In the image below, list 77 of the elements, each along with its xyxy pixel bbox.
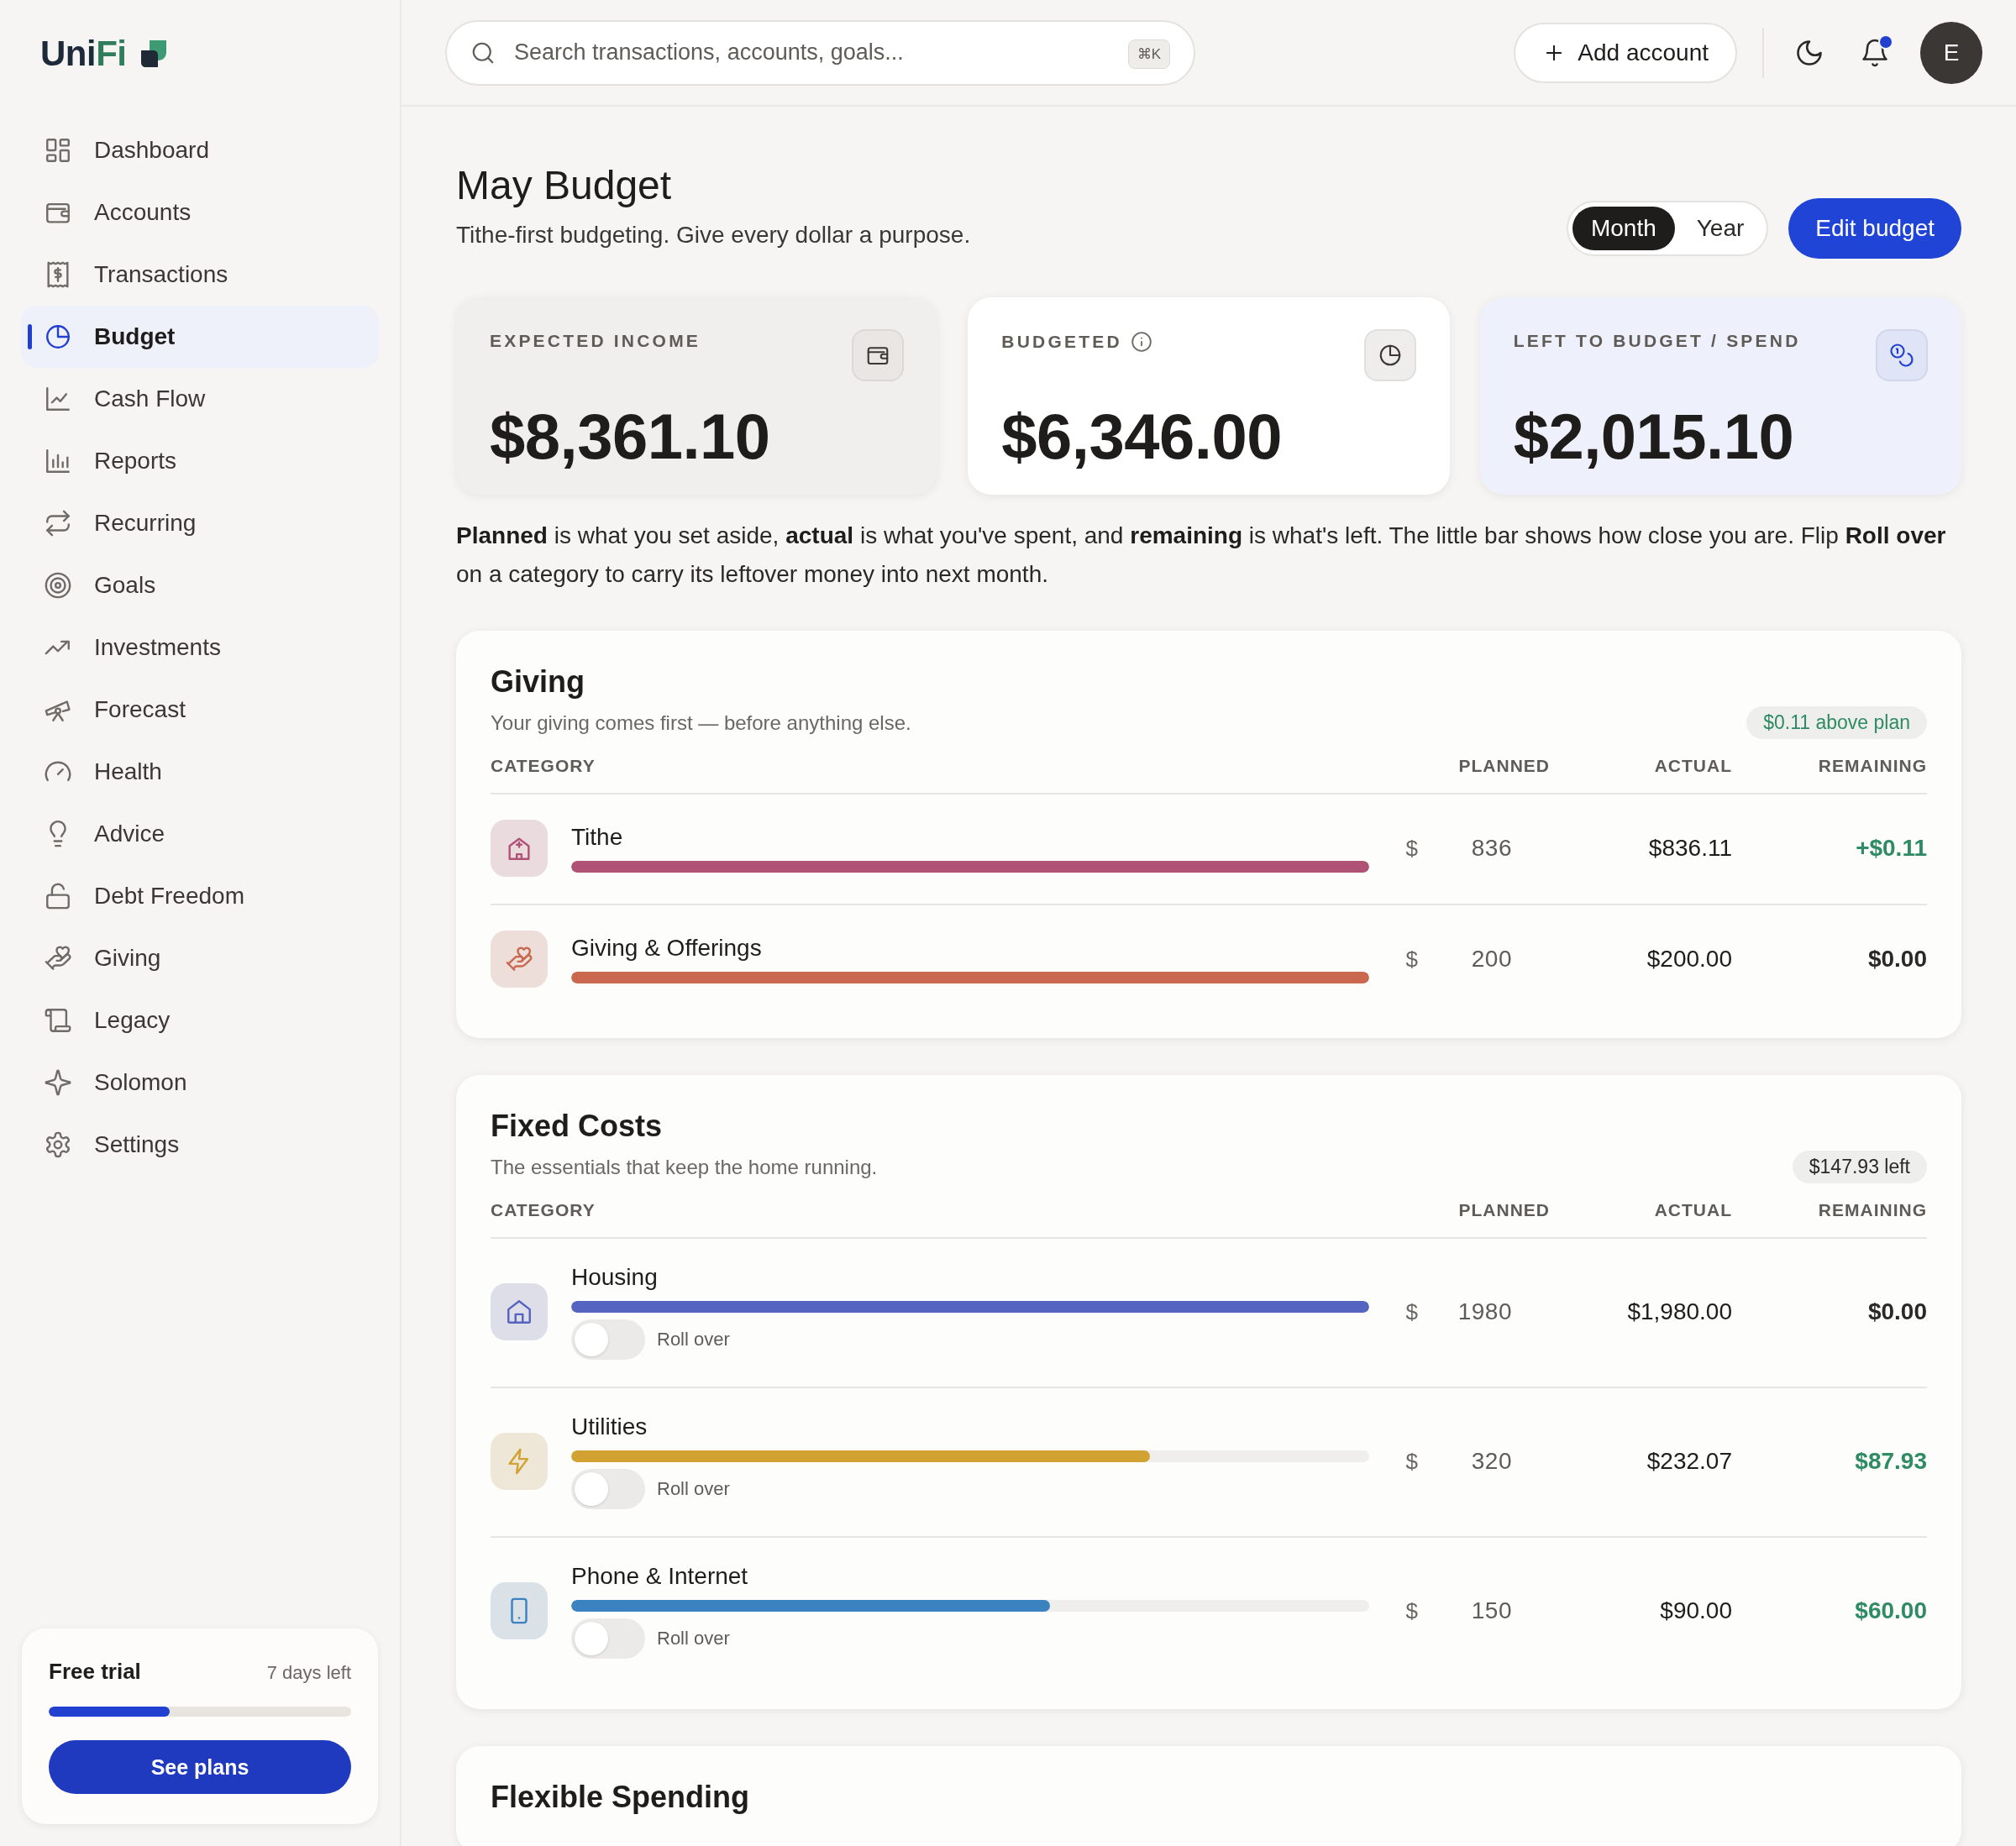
- section-status-badge: $0.11 above plan: [1746, 706, 1927, 739]
- period-option[interactable]: Month: [1572, 207, 1675, 250]
- trial-title: Free trial: [49, 1659, 141, 1685]
- nav-item[interactable]: Solomon: [21, 1051, 379, 1114]
- days-left: 7 days left: [266, 1662, 351, 1684]
- remaining-amount: +$0.11: [1855, 835, 1927, 862]
- nav-item[interactable]: Cash Flow: [21, 368, 379, 430]
- column-header: PLANNED: [1457, 1200, 1550, 1220]
- actual-amount: $1,980.00: [1626, 1298, 1732, 1325]
- summary-label: BUDGETED: [1001, 332, 1122, 352]
- column-header: CATEGORY: [491, 1200, 596, 1220]
- remaining-amount: $0.00: [1866, 1298, 1927, 1325]
- nav-item[interactable]: Settings: [21, 1114, 379, 1176]
- nav-item[interactable]: Goals: [21, 554, 379, 616]
- page-subtitle: Tithe-first budgeting. Give every dollar a purpose.: [456, 222, 971, 249]
- nav-item[interactable]: Accounts: [21, 181, 379, 244]
- remaining-amount: $60.00: [1854, 1597, 1927, 1624]
- column-header: REMAINING: [1817, 756, 1927, 776]
- section-title: Fixed Costs: [491, 1109, 664, 1144]
- currency-symbol: $: [1404, 1597, 1419, 1624]
- actual-amount: $836.11: [1647, 835, 1732, 862]
- planned-amount[interactable]: 1980: [1428, 1298, 1512, 1325]
- summary-value: $2,015.10: [1513, 400, 1795, 473]
- actual-amount: $90.00: [1659, 1597, 1732, 1624]
- section-subtitle: Your giving comes first — before anything else.: [491, 711, 911, 735]
- planned-amount[interactable]: 200: [1428, 946, 1512, 973]
- column-header: PLANNED: [1457, 756, 1550, 776]
- category-name: Housing: [571, 1264, 659, 1291]
- section-status-badge: $147.93 left: [1792, 1151, 1927, 1183]
- remaining-amount: $87.93: [1854, 1448, 1927, 1475]
- explainer-text: Planned is what you set aside, actual is what you've spent, and remaining is what's left. The little bar shows how close you are. Flip Roll over on a category to carry its leftover money into next month.: [456, 522, 1947, 589]
- category-name: Utilities: [571, 1413, 648, 1440]
- page-title: May Budget: [456, 162, 673, 208]
- nav-item[interactable]: Advice: [21, 803, 379, 865]
- nav-item[interactable]: Budget: [21, 306, 379, 368]
- planned-amount[interactable]: 320: [1428, 1448, 1512, 1475]
- category-name: Tithe: [571, 824, 624, 851]
- remaining-amount: $0.00: [1866, 946, 1927, 973]
- nav-item[interactable]: Giving: [21, 927, 379, 989]
- currency-symbol: $: [1404, 946, 1419, 973]
- nav-item[interactable]: Investments: [21, 616, 379, 679]
- avatar[interactable]: E: [1920, 21, 1982, 84]
- category-name: Phone & Internet: [571, 1563, 749, 1590]
- nav-item[interactable]: Health: [21, 741, 379, 803]
- currency-symbol: $: [1404, 1448, 1419, 1475]
- edit-budget-button[interactable]: Edit budget: [1788, 198, 1961, 259]
- nav-item[interactable]: Legacy: [21, 989, 379, 1051]
- summary-label: EXPECTED INCOME: [490, 331, 701, 351]
- nav-item[interactable]: Recurring: [21, 492, 379, 554]
- category-name: Giving & Offerings: [571, 935, 763, 962]
- currency-symbol: $: [1404, 835, 1419, 862]
- rollover-label: Roll over: [657, 1329, 730, 1350]
- column-header: ACTUAL: [1653, 1200, 1732, 1220]
- section-subtitle: The essentials that keep the home running.: [491, 1155, 878, 1179]
- nav-item[interactable]: Debt Freedom: [21, 865, 379, 927]
- actual-amount: $200.00: [1646, 946, 1732, 973]
- column-header: REMAINING: [1817, 1200, 1927, 1220]
- planned-amount[interactable]: 836: [1428, 835, 1512, 862]
- actual-amount: $232.07: [1646, 1448, 1732, 1475]
- rollover-label: Roll over: [657, 1478, 730, 1500]
- summary-label: LEFT TO BUDGET / SPEND: [1513, 331, 1801, 351]
- section-title: Giving: [491, 664, 585, 700]
- column-header: ACTUAL: [1653, 756, 1732, 776]
- summary-value: $6,346.00: [1001, 400, 1283, 473]
- nav-item[interactable]: Forecast: [21, 679, 379, 741]
- section-title: Flexible Spending: [491, 1780, 751, 1815]
- see-plans-button[interactable]: See plans: [49, 1740, 351, 1794]
- summary-value: $8,361.10: [490, 400, 771, 473]
- column-header: CATEGORY: [491, 756, 596, 776]
- nav-item[interactable]: Reports: [21, 430, 379, 492]
- currency-symbol: $: [1404, 1298, 1419, 1325]
- period-option[interactable]: Year: [1677, 207, 1763, 250]
- nav-item[interactable]: Transactions: [21, 244, 379, 306]
- rollover-label: Roll over: [657, 1628, 730, 1649]
- planned-amount[interactable]: 150: [1428, 1597, 1512, 1624]
- nav-item[interactable]: Dashboard: [21, 119, 379, 181]
- add-account-button[interactable]: Add account: [1514, 22, 1737, 83]
